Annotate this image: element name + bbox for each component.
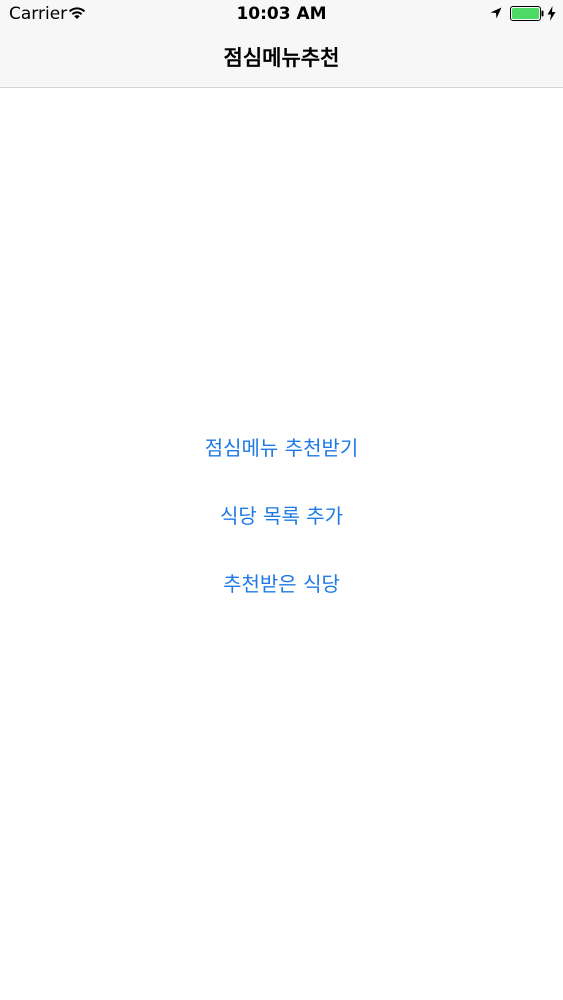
- status-bar: Carrier 10:03 AM: [0, 0, 563, 30]
- battery-icon: [510, 6, 544, 21]
- charging-icon: [547, 6, 556, 21]
- add-restaurant-list-button[interactable]: 식당 목록 추가: [0, 482, 563, 550]
- page-title: 점심메뉴추천: [223, 46, 340, 70]
- top-bar: Carrier 10:03 AM 점심메뉴추천: [0, 0, 563, 88]
- get-lunch-recommendation-button[interactable]: 점심메뉴 추천받기: [0, 414, 563, 482]
- location-icon: [490, 7, 502, 19]
- recommended-restaurants-button[interactable]: 추천받은 식당: [0, 550, 563, 618]
- status-time: 10:03 AM: [236, 4, 327, 24]
- main-menu: 점심메뉴 추천받기 식당 목록 추가 추천받은 식당: [0, 414, 563, 618]
